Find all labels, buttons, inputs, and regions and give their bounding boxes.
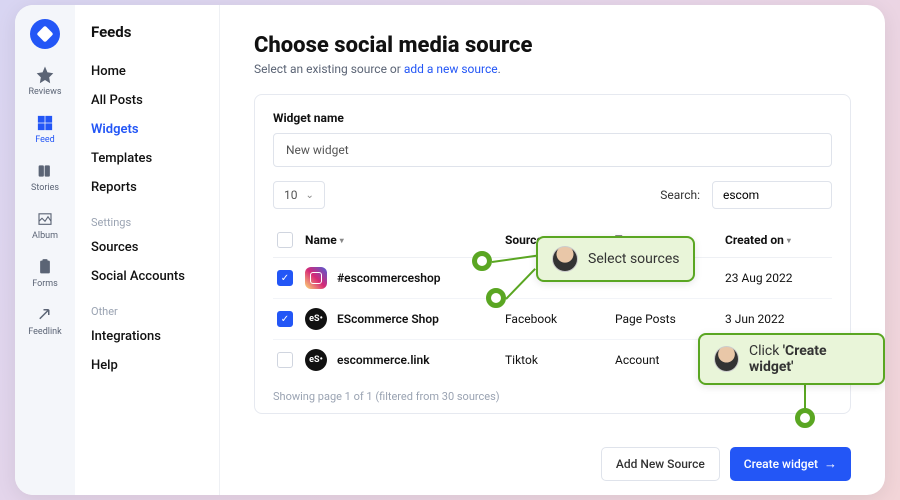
table-footer-info: Showing page 1 of 1 (filtered from 30 so… <box>273 390 832 403</box>
tour-highlight-ring <box>486 288 506 308</box>
tour-callout-create: Click 'Create widget' <box>698 333 885 385</box>
sort-icon: ▾ <box>340 236 344 245</box>
row-name: escommerce.link <box>337 353 430 367</box>
page-size-select[interactable]: 10 ⌄ <box>273 181 325 209</box>
rail-label: Forms <box>32 279 58 289</box>
sidebar-item-integrations[interactable]: Integrations <box>91 322 203 351</box>
page-size-value: 10 <box>284 188 298 202</box>
select-all-checkbox[interactable] <box>277 232 293 248</box>
subtitle-text: Select an existing source or <box>254 62 404 76</box>
avatar-icon <box>714 346 739 372</box>
sidebar-item-help[interactable]: Help <box>91 351 203 380</box>
rail-label: Reviews <box>29 87 62 97</box>
source-icon: eS• <box>305 308 327 330</box>
rail-feed[interactable]: Feed <box>35 113 55 145</box>
callout-text: Click 'Create widget' <box>749 343 869 375</box>
instagram-icon <box>305 267 327 289</box>
page-subtitle: Select an existing source or add a new s… <box>254 62 851 76</box>
row-created: 3 Jun 2022 <box>725 312 825 326</box>
callout-text: Select sources <box>588 251 679 267</box>
rail-label: Album <box>32 231 58 241</box>
main-content: Choose social media source Select an exi… <box>220 5 885 495</box>
rail-label: Stories <box>31 183 59 193</box>
app-logo[interactable] <box>24 13 66 55</box>
rail-reviews[interactable]: Reviews <box>29 65 62 97</box>
sidebar: Feeds Home All Posts Widgets Templates R… <box>75 5 220 495</box>
sidebar-item-social[interactable]: Social Accounts <box>91 262 203 291</box>
table-controls: 10 ⌄ Search: <box>273 181 832 209</box>
sidebar-title: Feeds <box>91 23 203 41</box>
app-window: Reviews Feed Stories Album Forms Feedlin… <box>15 5 885 495</box>
arrow-right-icon: → <box>824 456 837 472</box>
row-checkbox[interactable] <box>277 352 293 368</box>
row-created: 23 Aug 2022 <box>725 271 825 285</box>
sidebar-item-home[interactable]: Home <box>91 57 203 86</box>
row-name-cell: eS• escommerce.link <box>305 349 505 371</box>
rail-forms[interactable]: Forms <box>32 257 58 289</box>
sidebar-heading-other: Other <box>91 305 203 318</box>
row-type: Page Posts <box>615 312 725 326</box>
chevron-down-icon: ⌄ <box>306 190 314 201</box>
page-title: Choose social media source <box>254 33 851 58</box>
sidebar-item-templates[interactable]: Templates <box>91 144 203 173</box>
create-widget-button[interactable]: Create widget→ <box>730 447 851 481</box>
row-name-cell: eS• EScommerce Shop <box>305 308 505 330</box>
tour-highlight-ring <box>795 408 815 428</box>
row-name: #escommerceshop <box>337 271 440 285</box>
clipboard-icon <box>35 257 55 277</box>
rail-feedlink[interactable]: Feedlink <box>28 305 61 337</box>
left-rail: Reviews Feed Stories Album Forms Feedlin… <box>15 5 75 495</box>
row-source: Facebook <box>505 312 615 326</box>
avatar-icon <box>552 246 578 272</box>
sidebar-item-reports[interactable]: Reports <box>91 173 203 202</box>
widget-name-input[interactable] <box>273 133 832 167</box>
add-source-button[interactable]: Add New Source <box>601 447 720 481</box>
star-icon <box>35 65 55 85</box>
sidebar-heading-settings: Settings <box>91 216 203 229</box>
rail-label: Feedlink <box>28 327 61 337</box>
sidebar-item-allposts[interactable]: All Posts <box>91 86 203 115</box>
search-input[interactable] <box>712 181 832 209</box>
row-name-cell: #escommerceshop <box>305 267 505 289</box>
source-icon: eS• <box>305 349 327 371</box>
sort-icon: ▾ <box>787 236 791 245</box>
grid-icon <box>35 113 55 133</box>
footer-actions: Add New Source Create widget→ <box>601 447 851 481</box>
rail-album[interactable]: Album <box>32 209 58 241</box>
sidebar-item-sources[interactable]: Sources <box>91 233 203 262</box>
tour-highlight-ring <box>472 251 492 271</box>
search-label: Search: <box>660 188 700 202</box>
col-name[interactable]: Name▾ <box>305 233 505 247</box>
rail-label: Feed <box>35 135 55 145</box>
row-name: EScommerce Shop <box>337 312 439 326</box>
image-icon <box>35 209 55 229</box>
sidebar-item-widgets[interactable]: Widgets <box>91 115 203 144</box>
tour-callout-select: Select sources <box>536 236 695 282</box>
rail-stories[interactable]: Stories <box>31 161 59 193</box>
col-created[interactable]: Created on▾ <box>725 233 825 247</box>
row-checkbox[interactable] <box>277 311 293 327</box>
add-source-link[interactable]: add a new source <box>404 62 498 76</box>
link-icon <box>35 305 55 325</box>
row-source: Tiktok <box>505 353 615 367</box>
row-checkbox[interactable] <box>277 270 293 286</box>
stories-icon <box>35 161 55 181</box>
widget-name-label: Widget name <box>273 111 832 125</box>
